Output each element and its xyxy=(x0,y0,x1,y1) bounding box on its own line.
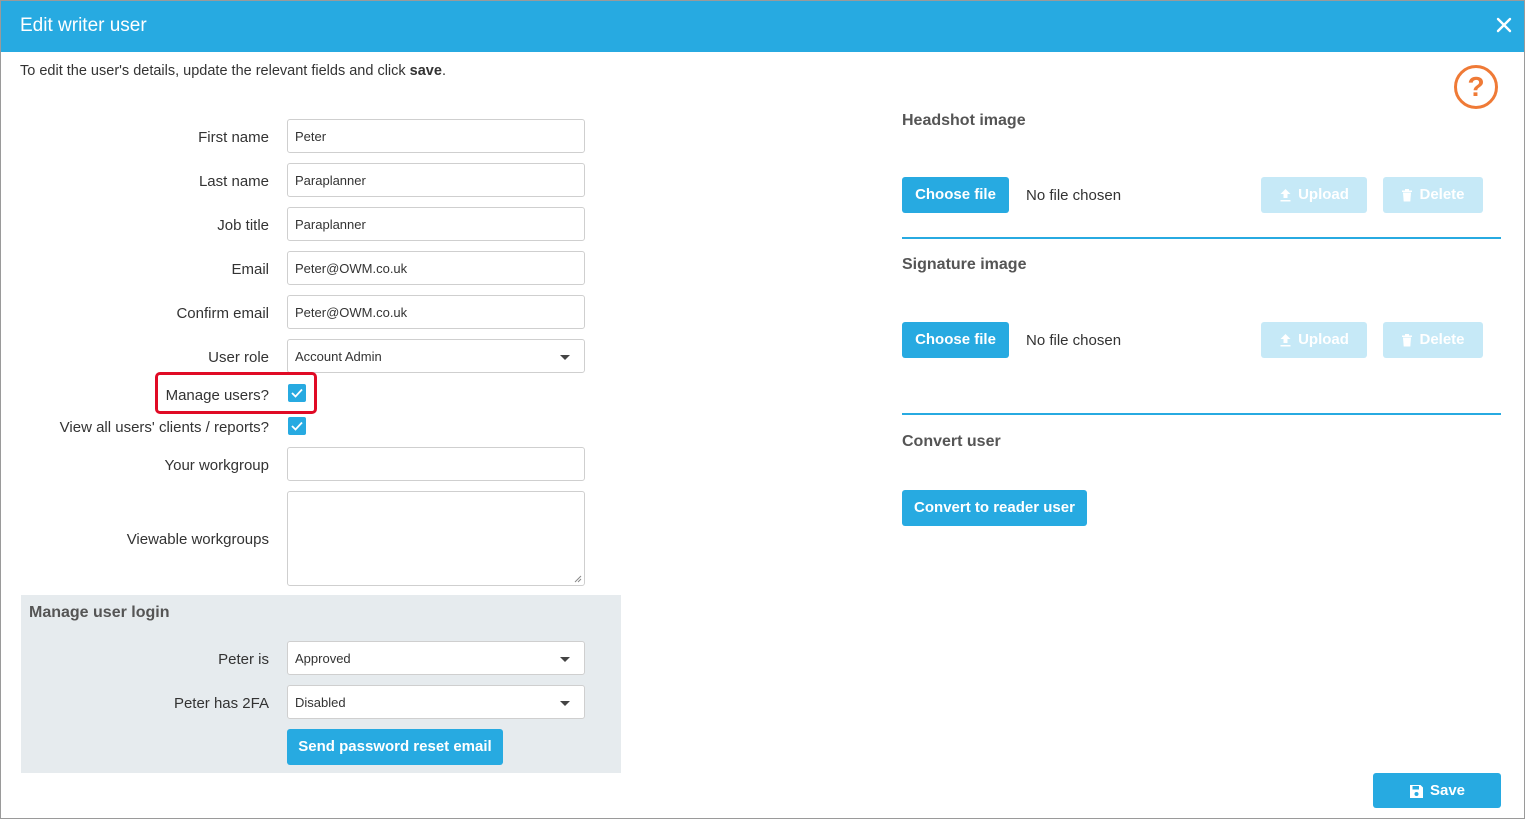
section-divider xyxy=(902,413,1501,415)
send-password-reset-button[interactable]: Send password reset email xyxy=(287,729,503,765)
signature-upload-button[interactable]: Upload xyxy=(1261,322,1367,358)
status-value: Approved xyxy=(295,651,351,666)
user-role-select[interactable]: Account Admin xyxy=(287,339,585,373)
convert-to-reader-button[interactable]: Convert to reader user xyxy=(902,490,1087,526)
first-name-field[interactable]: Peter xyxy=(287,119,585,153)
email-field[interactable]: Peter@OWM.co.uk xyxy=(287,251,585,285)
headshot-choose-file-button[interactable]: Choose file xyxy=(902,177,1009,213)
status-select[interactable]: Approved xyxy=(287,641,585,675)
headshot-no-file-text: No file chosen xyxy=(1026,187,1122,204)
job-title-label: Job title xyxy=(217,217,269,234)
last-name-label: Last name xyxy=(198,173,269,190)
twofa-select[interactable]: Disabled xyxy=(287,685,585,719)
trash-icon xyxy=(1402,334,1413,347)
view-all-checkbox[interactable] xyxy=(288,417,306,435)
view-all-label: View all users' clients / reports? xyxy=(59,419,269,436)
twofa-label: Peter has 2FA xyxy=(173,695,269,712)
intro-bold: save xyxy=(409,63,442,79)
twofa-value: Disabled xyxy=(295,695,346,710)
your-workgroup-field[interactable] xyxy=(287,447,585,481)
headshot-delete-label: Delete xyxy=(1419,186,1465,203)
help-icon[interactable]: ? xyxy=(1454,65,1498,109)
signature-choose-file-button[interactable]: Choose file xyxy=(902,322,1009,358)
confirm-email-field[interactable]: Peter@OWM.co.uk xyxy=(287,295,585,329)
headshot-upload-label: Upload xyxy=(1298,186,1349,203)
first-name-label: First name xyxy=(198,129,269,146)
check-icon xyxy=(291,421,303,431)
trash-icon xyxy=(1402,189,1413,202)
your-workgroup-label: Your workgroup xyxy=(164,457,269,474)
email-label: Email xyxy=(231,261,269,278)
signature-title: Signature image xyxy=(902,256,1027,273)
upload-icon xyxy=(1280,189,1291,202)
status-label: Peter is xyxy=(218,651,269,668)
edit-user-dialog: Edit writer user To edit the user's deta… xyxy=(0,0,1525,819)
user-role-label: User role xyxy=(208,349,269,366)
signature-no-file-text: No file chosen xyxy=(1026,332,1122,349)
dialog-header: Edit writer user xyxy=(1,1,1524,52)
signature-delete-label: Delete xyxy=(1419,331,1465,348)
headshot-upload-button[interactable]: Upload xyxy=(1261,177,1367,213)
resize-handle-icon[interactable] xyxy=(574,575,582,583)
floppy-disk-icon xyxy=(1409,784,1423,798)
intro-prefix: To edit the user's details, update the r… xyxy=(20,63,410,79)
upload-icon xyxy=(1280,334,1291,347)
signature-upload-label: Upload xyxy=(1298,331,1349,348)
convert-title: Convert user xyxy=(902,433,1001,450)
last-name-field[interactable]: Paraplanner xyxy=(287,163,585,197)
viewable-workgroups-label: Viewable workgroups xyxy=(126,531,269,548)
viewable-workgroups-field[interactable] xyxy=(287,491,585,586)
user-role-value: Account Admin xyxy=(295,349,382,364)
headshot-delete-button[interactable]: Delete xyxy=(1383,177,1483,213)
intro-suffix: . xyxy=(441,63,446,79)
section-divider xyxy=(902,237,1501,239)
save-label: Save xyxy=(1429,782,1466,799)
job-title-field[interactable]: Paraplanner xyxy=(287,207,585,241)
signature-delete-button[interactable]: Delete xyxy=(1383,322,1483,358)
intro-text: To edit the user's details, update the r… xyxy=(20,63,446,79)
headshot-title: Headshot image xyxy=(902,112,1026,129)
login-panel-title: Manage user login xyxy=(29,604,170,621)
highlight-box xyxy=(155,372,317,414)
close-icon[interactable] xyxy=(1494,15,1514,35)
save-button[interactable]: Save xyxy=(1373,773,1501,808)
confirm-email-label: Confirm email xyxy=(176,305,269,322)
dialog-title: Edit writer user xyxy=(20,15,147,36)
